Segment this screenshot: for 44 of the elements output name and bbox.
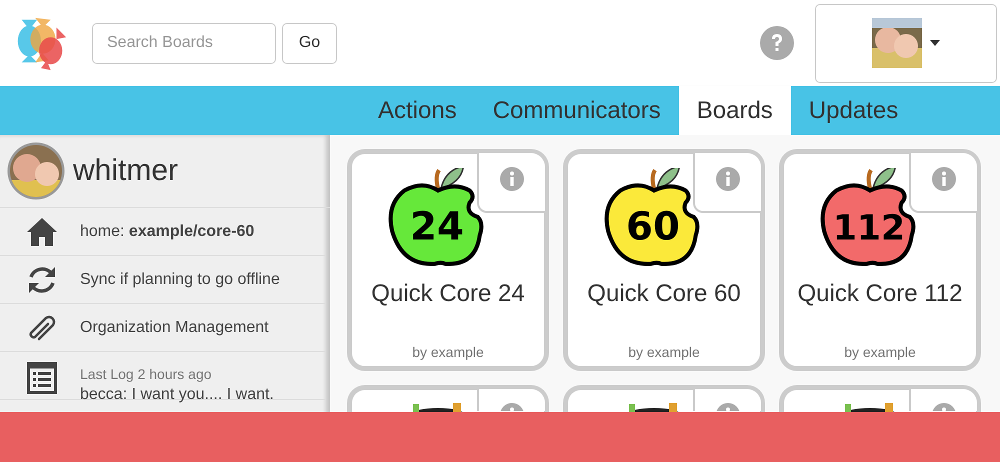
sidebar-item[interactable]: Organization Management: [0, 304, 326, 352]
board-tile[interactable]: [779, 385, 981, 412]
sidebar-item[interactable]: Last Log 2 hours ago becca: I want you.... I want.: [0, 352, 326, 400]
board-title: Quick Core 60: [587, 280, 741, 308]
board-tile[interactable]: [563, 385, 765, 412]
info-corner[interactable]: [477, 153, 545, 213]
user-name: whitmer: [73, 154, 178, 188]
sidebar-item-label: home: example/core-60: [80, 222, 254, 240]
list-icon: [25, 362, 59, 394]
sidebar-item-label: Sync if planning to go offline: [80, 270, 280, 288]
info-corner[interactable]: [693, 389, 761, 411]
search-field[interactable]: Search Boards: [92, 22, 276, 64]
caret-icon: [930, 40, 940, 46]
board-number: 112: [832, 208, 906, 248]
info-corner[interactable]: [909, 153, 977, 213]
board-author: by example: [412, 344, 484, 360]
nav-tab[interactable]: Communicators: [474, 86, 679, 135]
nav-tab[interactable]: Updates: [790, 86, 916, 135]
info-icon[interactable]: [716, 167, 740, 191]
nav-tab[interactable]: Boards: [678, 86, 791, 135]
help-icon[interactable]: [760, 26, 794, 60]
board-number: 60: [626, 204, 680, 250]
info-corner[interactable]: [909, 389, 977, 411]
sidebar-item-label: Organization Management: [80, 318, 269, 336]
board-tile[interactable]: [347, 385, 549, 412]
board-tile[interactable]: 60 Quick Core 60 by example: [563, 149, 765, 371]
info-icon[interactable]: [500, 167, 524, 191]
info-corner[interactable]: [477, 389, 545, 411]
log-caption: Last Log 2 hours ago: [80, 366, 213, 382]
board-title: Quick Core 112: [798, 280, 962, 308]
user-menu-button[interactable]: [815, 4, 997, 82]
board-number: 24: [410, 204, 464, 250]
board-tile[interactable]: 24 Quick Core 24 by example: [347, 149, 549, 371]
go-button[interactable]: Go: [282, 22, 337, 64]
nav-tab[interactable]: Actions: [360, 86, 475, 135]
board-tile[interactable]: 112 Quick Core 112 by example: [779, 149, 981, 371]
board-author: by example: [628, 344, 700, 360]
info-icon[interactable]: [932, 167, 956, 191]
sidebar-item[interactable]: home: example/core-60: [0, 208, 326, 256]
home-icon: [25, 216, 59, 246]
board-author: by example: [844, 344, 916, 360]
info-corner[interactable]: [693, 153, 761, 213]
sidebar-item[interactable]: Sync if planning to go offline: [0, 256, 326, 304]
board-title: Quick Core 24: [371, 280, 525, 308]
